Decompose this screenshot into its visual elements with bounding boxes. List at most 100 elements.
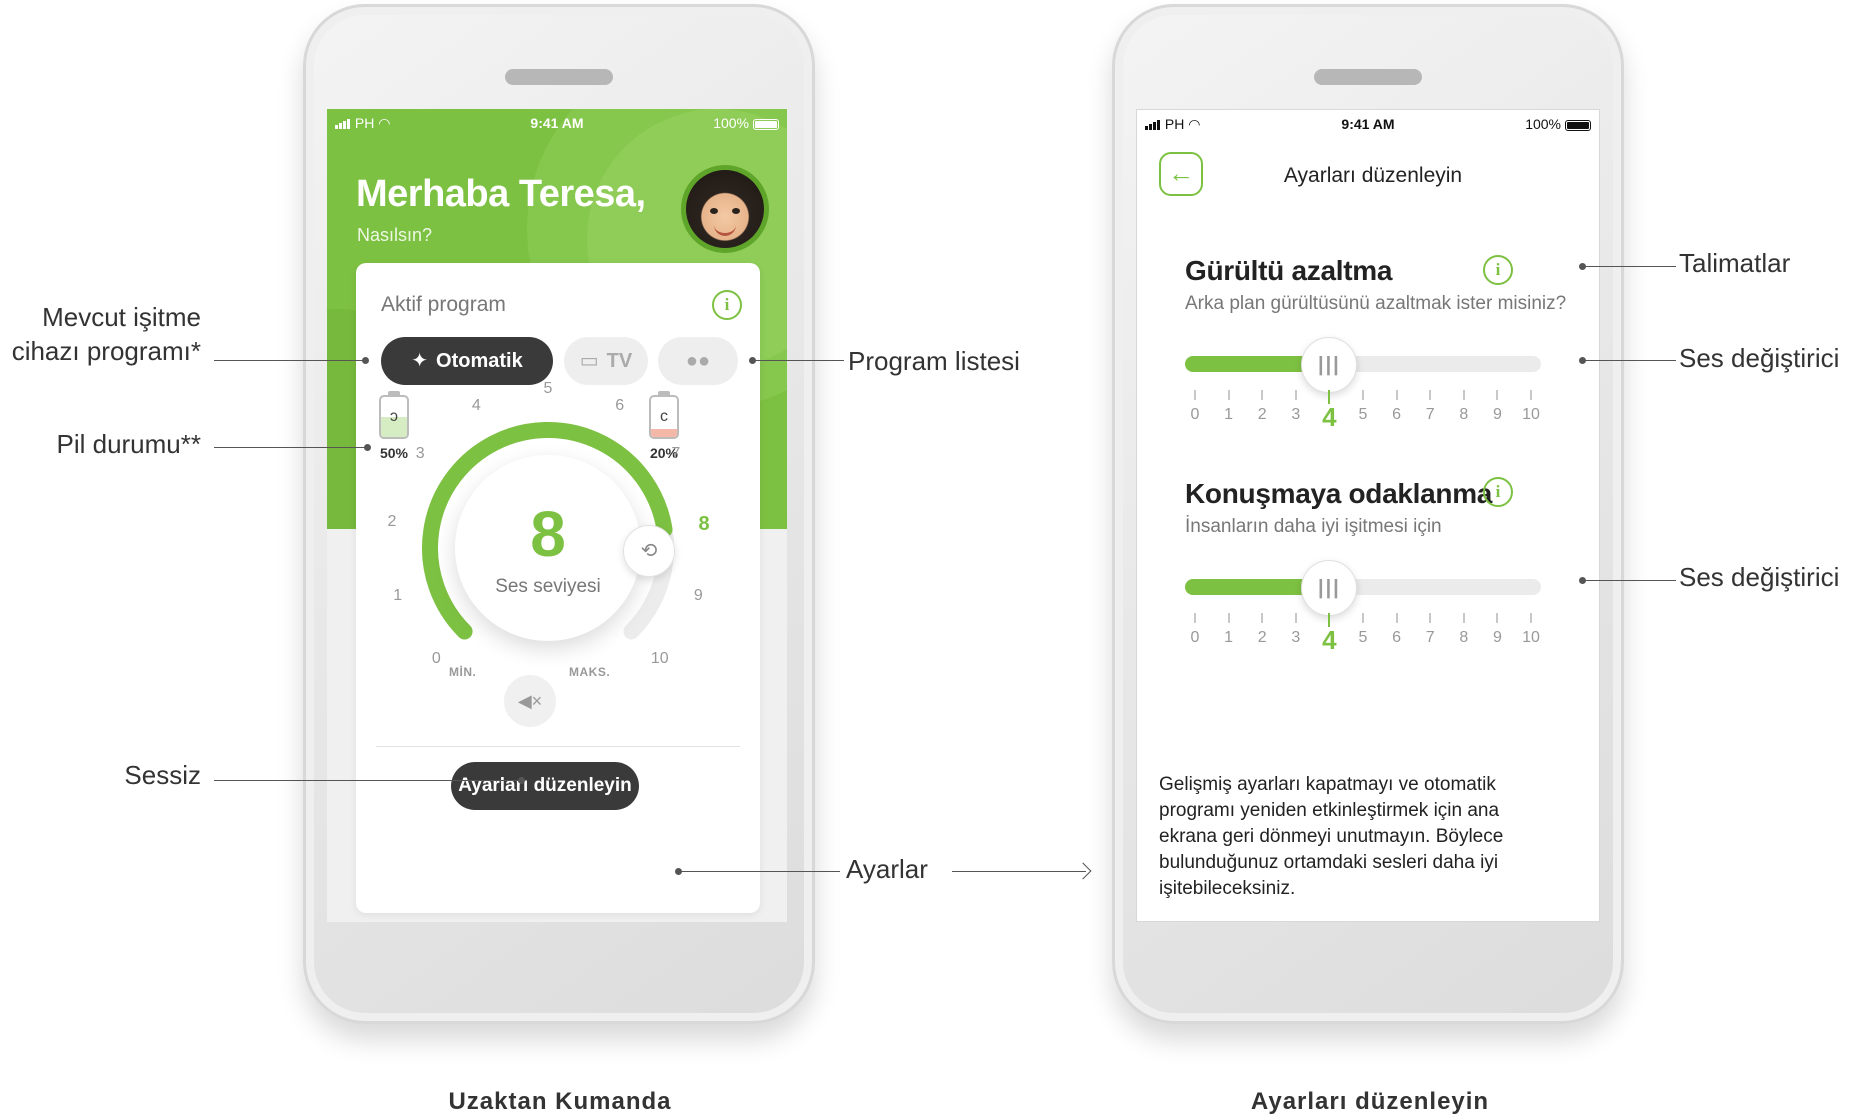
battery-percent: 100% (1525, 116, 1561, 132)
info-note: Gelişmiş ayarları kapatmayı ve otomatik … (1159, 774, 1504, 899)
greeting-subtitle: Nasılsın? (357, 225, 433, 245)
dial-number: 8 (698, 513, 710, 536)
status-bar: PH ◠ 9:41 AM 100% (1137, 110, 1599, 136)
scale-tick (1194, 613, 1196, 623)
scale-label: 8 (1459, 406, 1469, 423)
scale-label: 2 (1257, 406, 1267, 423)
speaker-mute-icon: ◀× (517, 691, 543, 711)
dial-number: 10 (650, 649, 669, 667)
slider-thumb[interactable]: ||| (1301, 560, 1358, 616)
callout-program-list: Program listesi (848, 346, 1020, 376)
scale-label: 7 (1425, 406, 1435, 423)
dial-number: 2 (387, 513, 397, 531)
scale-tick (1362, 613, 1364, 623)
scale-tick (1530, 390, 1532, 400)
noise-info-icon[interactable]: i (1483, 255, 1513, 285)
scale-tick (1429, 613, 1432, 623)
callout-settings: Ayarlar (846, 854, 928, 884)
scale-tick (1462, 613, 1465, 623)
scale-label: 3 (1291, 629, 1301, 646)
scale-label: 4 (1322, 625, 1337, 655)
avatar[interactable] (681, 165, 769, 253)
battery-icon (753, 118, 779, 130)
noise-slider[interactable]: ||| (1185, 337, 1541, 393)
dial-number: 7 (671, 445, 681, 463)
dial-handle[interactable]: ⟲ (623, 525, 675, 577)
scale-label: 2 (1257, 629, 1267, 646)
settings-screen: PH ◠ 9:41 AM 100% ← Ayarları düzenleyin … (1136, 109, 1600, 922)
callout-volume-changer-1: Ses değiştirici (1679, 343, 1840, 373)
callout-instructions: Talimatlar (1679, 248, 1791, 278)
speech-scale: 0 1 2 3 4 5 6 7 8 9 10 (1185, 613, 1541, 657)
speech-focus-subtitle: İnsanların daha iyi işitmesi için (1185, 516, 1442, 537)
noise-reduction-title: Gürültü azaltma (1185, 255, 1393, 286)
mute-button[interactable]: ◀× (504, 675, 556, 727)
caption-remote: Uzaktan Kumanda (448, 1088, 672, 1115)
dial-min-label: MİN. (449, 665, 477, 679)
volume-knob[interactable]: 8 Ses seviyesi (455, 455, 641, 641)
scale-label: 5 (1358, 406, 1368, 423)
scale-label: 6 (1392, 629, 1402, 646)
remote-screen: PH ◠ 9:41 AM 100% Merhaba Teresa, Nasıls… (327, 109, 787, 922)
phone-speaker (505, 69, 613, 85)
status-bar: PH ◠ 9:41 AM 100% (327, 109, 787, 135)
scale-label: 5 (1358, 629, 1368, 646)
scale-label: 1 (1224, 406, 1234, 423)
dial-number: 9 (693, 586, 703, 604)
program-card: Aktif program i ✦ Otomatik ▭ TV ●● ↄ 50% c… (356, 263, 760, 913)
scale-tick (1496, 390, 1499, 400)
avatar-photo (686, 170, 764, 248)
dial-max-label: MAKS. (569, 665, 611, 679)
dial-number: 6 (615, 397, 625, 415)
speech-focus-title: Konuşmaya odaklanma (1185, 478, 1493, 509)
volume-label: Ses seviyesi (495, 576, 601, 597)
noise-reduction-subtitle: Arka plan gürültüsünü azaltmak ister mis… (1185, 293, 1567, 314)
phone-speaker (1314, 69, 1422, 85)
speech-slider[interactable]: ||| (1185, 560, 1541, 616)
scale-label: 0 (1190, 629, 1200, 646)
speech-info-icon[interactable]: i (1483, 477, 1513, 507)
greeting-title: Merhaba Teresa, (356, 173, 646, 215)
callout-mute: Sessiz (124, 760, 201, 790)
scale-label: 10 (1522, 406, 1540, 423)
callout-battery: Pil durumu** (56, 429, 201, 459)
scale-label: 6 (1392, 406, 1402, 423)
scale-label: 10 (1522, 629, 1540, 646)
divider (376, 746, 740, 747)
scale-label: 0 (1190, 406, 1200, 423)
scale-tick (1194, 390, 1196, 400)
battery-percent: 100% (713, 115, 749, 131)
scale-label: 8 (1459, 629, 1469, 646)
rotate-icon: ⟲ (640, 540, 658, 562)
dial-number: 1 (393, 586, 403, 604)
scale-label: 3 (1291, 406, 1301, 423)
scale-label: 7 (1425, 629, 1435, 646)
battery-icon (1565, 119, 1591, 131)
scale-tick (1395, 613, 1398, 623)
scale-tick (1462, 390, 1465, 400)
scale-tick (1294, 390, 1297, 400)
dial-number: 3 (415, 445, 425, 463)
scale-label: 9 (1492, 629, 1502, 646)
scale-tick (1429, 390, 1432, 400)
scale-tick (1362, 390, 1364, 400)
scale-tick (1294, 613, 1297, 623)
volume-value: 8 (530, 498, 566, 570)
scale-label: 4 (1322, 402, 1337, 432)
scale-tick (1496, 613, 1499, 623)
noise-scale: 0 1 2 3 4 5 6 7 8 9 10 (1185, 390, 1541, 434)
scale-label: 9 (1492, 406, 1502, 423)
scale-tick (1530, 613, 1532, 623)
dial-number: 0 (431, 649, 441, 667)
scale-label: 1 (1224, 629, 1234, 646)
caption-settings: Ayarları düzenleyin (1250, 1088, 1490, 1115)
slider-thumb[interactable]: ||| (1301, 337, 1358, 393)
edit-settings-button[interactable]: Ayarları düzenleyin (451, 762, 639, 810)
scale-tick (1227, 390, 1230, 400)
dial-number: 5 (543, 380, 553, 397)
dial-number: 4 (471, 397, 481, 415)
scale-tick (1261, 613, 1264, 623)
page-title: Ayarları düzenleyin (1283, 164, 1463, 187)
scale-tick (1395, 390, 1398, 400)
scale-tick (1261, 390, 1264, 400)
